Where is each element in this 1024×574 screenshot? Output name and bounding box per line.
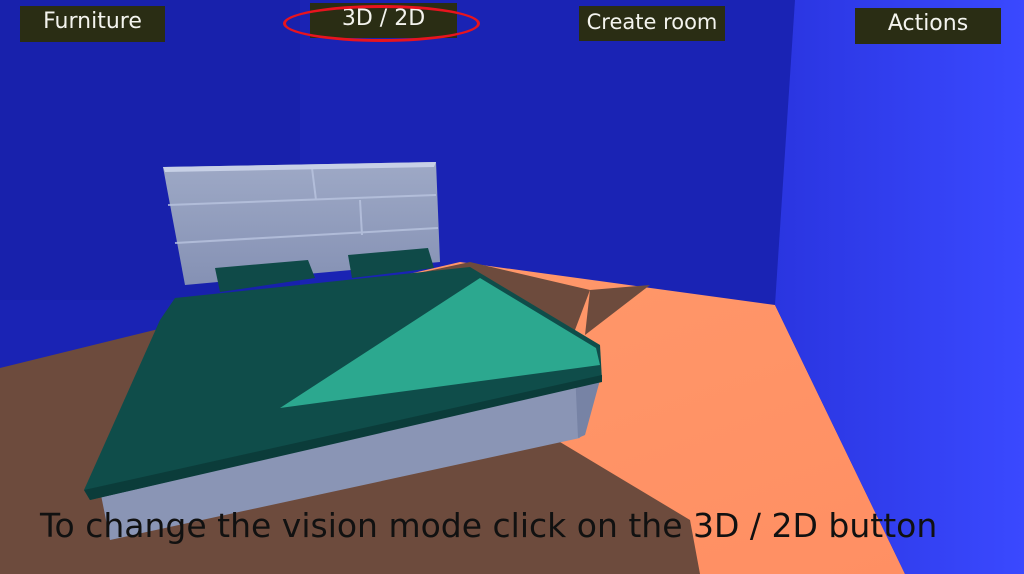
actions-button[interactable]: Actions <box>855 8 1001 44</box>
create-room-button[interactable]: Create room <box>579 6 725 41</box>
room-3d-viewport[interactable] <box>0 0 1024 574</box>
view-mode-toggle-button[interactable]: 3D / 2D <box>310 3 457 38</box>
furniture-button[interactable]: Furniture <box>20 6 165 42</box>
tutorial-caption: To change the vision mode click on the 3… <box>40 506 938 545</box>
